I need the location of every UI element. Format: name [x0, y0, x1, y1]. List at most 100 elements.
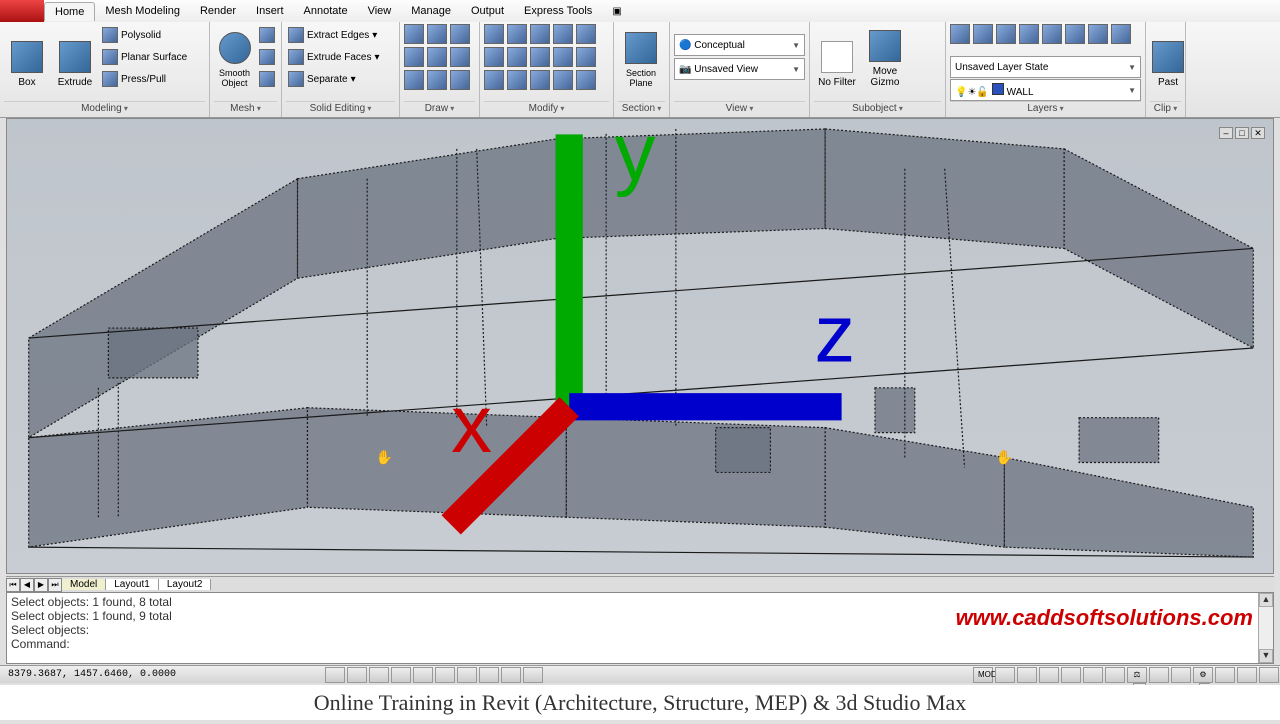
- visual-style-combo[interactable]: 🔵 Conceptual▼: [674, 34, 805, 56]
- panel-title-view[interactable]: View: [674, 101, 805, 115]
- panel-title-modify[interactable]: Modify: [484, 101, 609, 115]
- layer-tool-icon[interactable]: [973, 24, 993, 44]
- status-icon[interactable]: [1215, 667, 1235, 683]
- press-pull-button[interactable]: Press/Pull: [100, 68, 189, 90]
- panel-title-mesh[interactable]: Mesh: [214, 101, 277, 115]
- tab-mesh-modeling[interactable]: Mesh Modeling: [95, 2, 190, 20]
- current-layer-combo[interactable]: 💡☀🔓 WALL▼: [950, 79, 1141, 101]
- tab-nav-prev-icon[interactable]: ◀: [20, 578, 34, 592]
- modify-tool-icon[interactable]: [576, 24, 596, 44]
- scroll-down-icon[interactable]: ▼: [1259, 649, 1273, 663]
- mesh-tool-2[interactable]: [257, 46, 277, 68]
- layer-tool-icon[interactable]: [950, 24, 970, 44]
- draw-tool-icon[interactable]: [404, 24, 424, 44]
- planar-surface-button[interactable]: Planar Surface: [100, 46, 189, 68]
- modify-tool-icon[interactable]: [484, 47, 504, 67]
- status-icon[interactable]: [1259, 667, 1279, 683]
- status-icon[interactable]: [1171, 667, 1191, 683]
- command-scrollbar[interactable]: ▲ ▼: [1258, 593, 1273, 663]
- modify-tool-icon[interactable]: [484, 24, 504, 44]
- draw-tool-icon[interactable]: [404, 47, 424, 67]
- modify-tool-icon[interactable]: [484, 70, 504, 90]
- box-button[interactable]: Box: [4, 24, 50, 90]
- modify-tool-icon[interactable]: [507, 70, 527, 90]
- smooth-object-button[interactable]: Smooth Object: [214, 24, 255, 90]
- draw-tool-icon[interactable]: [450, 24, 470, 44]
- osnap-toggle-icon[interactable]: [413, 667, 433, 683]
- panel-title-clip[interactable]: Clip: [1150, 101, 1181, 115]
- status-icon[interactable]: [1083, 667, 1103, 683]
- extrude-button[interactable]: Extrude: [52, 24, 98, 90]
- modify-tool-icon[interactable]: [576, 47, 596, 67]
- move-gizmo-button[interactable]: Move Gizmo: [862, 24, 908, 90]
- modify-tool-icon[interactable]: [576, 70, 596, 90]
- tab-nav-next-icon[interactable]: ▶: [34, 578, 48, 592]
- mesh-tool-3[interactable]: [257, 68, 277, 90]
- qp-toggle-icon[interactable]: [523, 667, 543, 683]
- modify-tool-icon[interactable]: [507, 47, 527, 67]
- tab-annotate[interactable]: Annotate: [294, 2, 358, 20]
- modify-tool-icon[interactable]: [553, 47, 573, 67]
- tab-home[interactable]: Home: [44, 2, 95, 21]
- ducs-toggle-icon[interactable]: [457, 667, 477, 683]
- layer-tool-icon[interactable]: [996, 24, 1016, 44]
- modify-tool-icon[interactable]: [553, 70, 573, 90]
- status-icon[interactable]: [1061, 667, 1081, 683]
- workspace-combo[interactable]: ⚙ 3D Modeling ▾: [1193, 667, 1213, 683]
- panel-title-layers[interactable]: Layers: [950, 101, 1141, 115]
- tab-render[interactable]: Render: [190, 2, 246, 20]
- layout-tab-model[interactable]: Model: [62, 579, 106, 590]
- layer-state-combo[interactable]: Unsaved Layer State▼: [950, 56, 1141, 78]
- command-window[interactable]: Select objects: 1 found, 8 total Select …: [6, 592, 1274, 664]
- coordinate-readout[interactable]: 8379.3687, 1457.6460, 0.0000: [0, 669, 184, 680]
- layer-tool-icon[interactable]: [1111, 24, 1131, 44]
- layer-tool-icon[interactable]: [1019, 24, 1039, 44]
- otrack-toggle-icon[interactable]: [435, 667, 455, 683]
- tab-nav-first-icon[interactable]: ⏮: [6, 578, 20, 592]
- status-icon[interactable]: [1149, 667, 1169, 683]
- section-plane-button[interactable]: Section Plane: [618, 24, 664, 90]
- snap-toggle-icon[interactable]: [325, 667, 345, 683]
- layout-tab-layout1[interactable]: Layout1: [106, 579, 159, 590]
- panel-title-section[interactable]: Section: [618, 101, 665, 115]
- viewport-3d[interactable]: – □ ✕: [6, 118, 1274, 574]
- status-icon[interactable]: [1039, 667, 1059, 683]
- panel-title-draw[interactable]: Draw: [404, 101, 475, 115]
- status-icon[interactable]: [995, 667, 1015, 683]
- layer-tool-icon[interactable]: [1088, 24, 1108, 44]
- draw-tool-icon[interactable]: [404, 70, 424, 90]
- status-icon[interactable]: [1017, 667, 1037, 683]
- status-icon[interactable]: [1237, 667, 1257, 683]
- no-filter-button[interactable]: No Filter: [814, 24, 860, 90]
- polar-toggle-icon[interactable]: [391, 667, 411, 683]
- layer-tool-icon[interactable]: [1065, 24, 1085, 44]
- extrude-faces-button[interactable]: Extrude Faces▾: [286, 46, 382, 68]
- draw-tool-icon[interactable]: [427, 24, 447, 44]
- draw-tool-icon[interactable]: [450, 70, 470, 90]
- ortho-toggle-icon[interactable]: [369, 667, 389, 683]
- paste-button[interactable]: Past: [1150, 24, 1186, 90]
- modify-tool-icon[interactable]: [553, 24, 573, 44]
- tab-express-tools[interactable]: Express Tools: [514, 2, 602, 20]
- dyn-toggle-icon[interactable]: [479, 667, 499, 683]
- grid-toggle-icon[interactable]: [347, 667, 367, 683]
- layer-tool-icon[interactable]: [1042, 24, 1062, 44]
- modify-tool-icon[interactable]: [530, 70, 550, 90]
- model-space-button[interactable]: MODEL: [973, 667, 993, 683]
- panel-title-solid-editing[interactable]: Solid Editing: [286, 101, 395, 115]
- draw-tool-icon[interactable]: [427, 47, 447, 67]
- layout-tab-layout2[interactable]: Layout2: [159, 579, 212, 590]
- tab-output[interactable]: Output: [461, 2, 514, 20]
- command-prompt[interactable]: Command:: [11, 637, 1269, 651]
- tab-insert[interactable]: Insert: [246, 2, 294, 20]
- mesh-tool-1[interactable]: [257, 24, 277, 46]
- tab-nav-last-icon[interactable]: ⏭: [48, 578, 62, 592]
- annotation-scale-combo[interactable]: ⚖ 1:1 ▾: [1127, 667, 1147, 683]
- app-logo-icon[interactable]: [0, 0, 44, 22]
- status-icon[interactable]: [1105, 667, 1125, 683]
- lwt-toggle-icon[interactable]: [501, 667, 521, 683]
- modify-tool-icon[interactable]: [507, 24, 527, 44]
- polysolid-button[interactable]: Polysolid: [100, 24, 189, 46]
- tab-manage[interactable]: Manage: [401, 2, 461, 20]
- extract-edges-button[interactable]: Extract Edges▾: [286, 24, 382, 46]
